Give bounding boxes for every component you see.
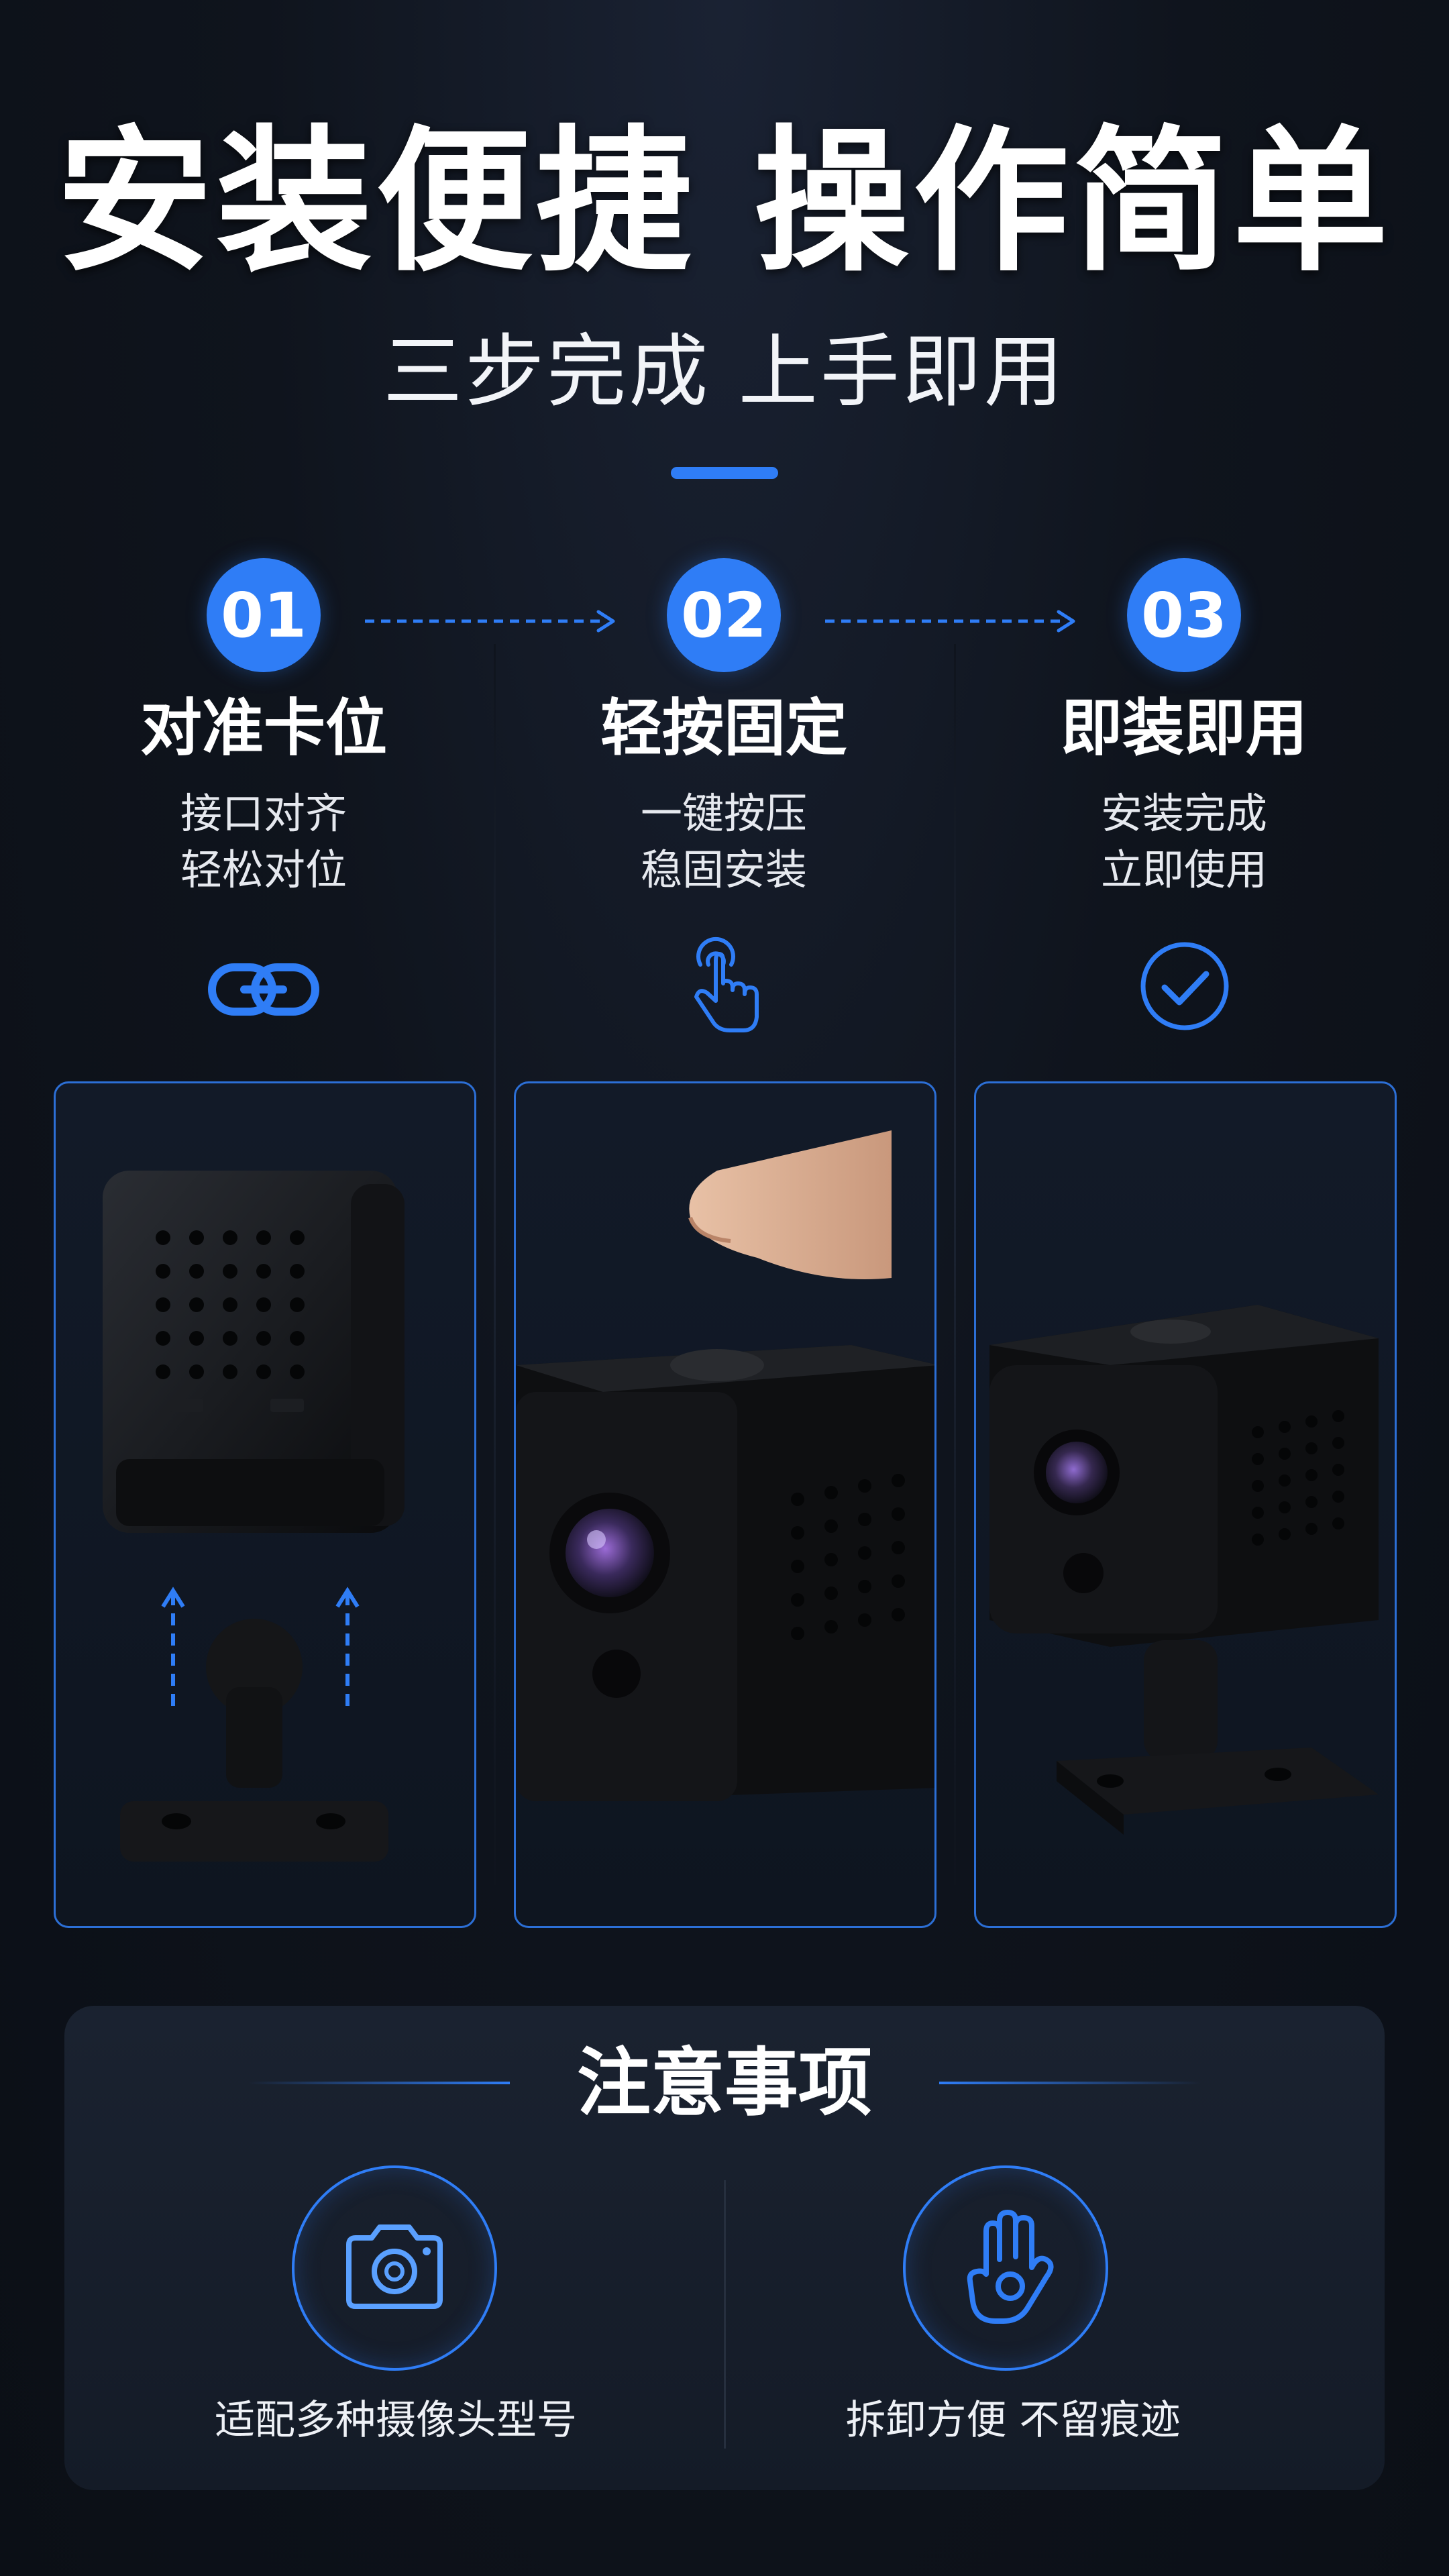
step-2-desc-line2: 稳固安装 <box>640 845 807 894</box>
notice-item-1-label: 适配多种摄像头型号 <box>215 2397 577 2444</box>
step-1-badge: 01 <box>207 558 321 672</box>
dashed-arrow-icon <box>825 610 1075 633</box>
page-subtitle: 三步完成 上手即用 <box>383 325 1066 418</box>
step-3-title: 即装即用 <box>1060 692 1307 764</box>
step-1-title: 对准卡位 <box>140 692 387 764</box>
step-1-desc-line2: 轻松对位 <box>180 845 347 894</box>
step-2-photo <box>514 1081 936 1928</box>
check-circle-icon <box>1140 942 1229 1030</box>
finger-pressing-camera-illustration <box>516 1130 934 1801</box>
notice-title-line-right <box>939 2082 1201 2084</box>
mounted-camera-illustration <box>989 1305 1379 1835</box>
hand-tap-icon <box>694 936 759 1032</box>
step-3-desc-line2: 立即使用 <box>1100 845 1267 894</box>
step-2-title: 轻按固定 <box>600 692 847 764</box>
step-1-photo <box>54 1081 476 1928</box>
notice-title: 注意事项 <box>577 2040 872 2126</box>
camera-and-mount-illustration <box>103 1171 405 1862</box>
step-3-photo <box>974 1081 1397 1928</box>
step-1-desc-line1: 接口对齐 <box>180 789 347 838</box>
link-icon <box>208 963 319 1016</box>
camera-icon <box>346 2224 443 2309</box>
notice-item-2-label: 拆卸方便 不留痕迹 <box>845 2397 1181 2444</box>
ok-hand-icon <box>967 2210 1054 2324</box>
step-3-desc-line1: 安装完成 <box>1100 789 1267 838</box>
step-2-badge: 02 <box>667 558 781 672</box>
step-3-badge: 03 <box>1127 558 1241 672</box>
page-title: 安装便捷 操作简单 <box>56 111 1393 292</box>
dashed-arrow-icon <box>365 610 615 633</box>
title-accent-bar <box>671 467 778 479</box>
step-2-desc-line1: 一键按压 <box>640 789 807 838</box>
